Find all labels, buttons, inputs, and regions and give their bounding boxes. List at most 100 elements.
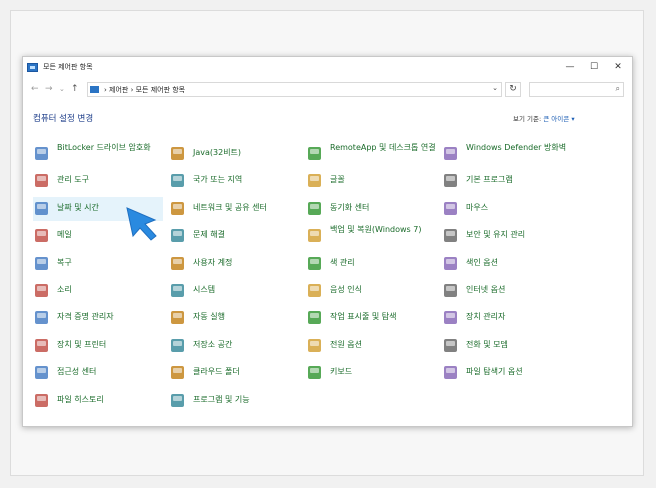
title-bar[interactable]: 모든 제어판 항목 — ☐ ✕ — [23, 57, 632, 79]
item-label: 프로그램 및 기능 — [193, 394, 250, 404]
item-label: 키보드 — [330, 367, 353, 377]
item-label: 음성 인식 — [330, 285, 362, 294]
control-panel-item[interactable]: Java(32비트) — [169, 142, 297, 166]
item-label: 자격 증명 관리자 — [57, 312, 114, 322]
cloud-folder-icon — [171, 366, 184, 380]
internet-icon — [444, 284, 457, 297]
control-panel-item[interactable]: 마우스 — [442, 197, 570, 221]
address-bar[interactable]: › 제어판 › 모든 제어판 항목 ⌄ — [87, 82, 502, 97]
control-panel-item[interactable]: 전원 옵션 — [306, 334, 434, 358]
refresh-button[interactable]: ↻ — [505, 82, 521, 97]
item-label: 날짜 및 시간 — [57, 202, 99, 212]
recent-locations-button[interactable]: ⌄ — [59, 83, 65, 95]
control-panel-item[interactable]: 파일 탐색기 옵션 — [442, 361, 570, 385]
item-label: 마우스 — [466, 202, 489, 212]
chevron-down-icon[interactable]: ⌄ — [492, 84, 498, 92]
item-label: 접근성 센터 — [57, 367, 97, 377]
mail-icon — [35, 229, 48, 243]
control-panel-item[interactable]: Windows Defender 방화벽 — [442, 142, 570, 166]
control-panel-item[interactable]: 소리 — [33, 279, 161, 303]
search-icon: ⌕ — [615, 84, 620, 93]
item-label: 동기화 센터 — [330, 202, 370, 212]
control-panel-item[interactable]: 장치 및 프린터 — [33, 334, 161, 358]
security-flag-icon — [444, 229, 457, 243]
pointer-arrow-icon — [126, 207, 157, 241]
control-panel-item[interactable]: 자격 증명 관리자 — [33, 306, 161, 330]
control-panel-item[interactable]: 클라우드 폴더 — [169, 361, 297, 385]
item-label: 전원 옵션 — [330, 339, 362, 349]
item-label: 네트워크 및 공유 센터 — [193, 202, 267, 212]
control-panel-item[interactable]: 음성 인식 — [306, 279, 434, 303]
control-panel-item[interactable]: 키보드 — [306, 361, 434, 385]
control-panel-item[interactable]: 문제 해결 — [169, 224, 297, 248]
phone-icon — [444, 338, 457, 352]
search-input[interactable]: ⌕ — [529, 82, 624, 97]
device-manager-icon — [444, 311, 457, 325]
control-panel-item[interactable]: 프로그램 및 기능 — [169, 389, 297, 413]
item-label: 관리 도구 — [57, 175, 89, 185]
control-panel-item[interactable]: 전화 및 모뎀 — [442, 334, 570, 358]
control-panel-item[interactable]: 인터넷 옵션 — [442, 279, 570, 303]
minimize-button[interactable]: — — [559, 59, 581, 75]
control-panel-item[interactable]: 작업 표시줄 및 탐색 — [306, 306, 434, 330]
item-label: 파일 히스토리 — [57, 394, 104, 404]
item-label: 메일 — [57, 230, 72, 240]
item-label: 장치 관리자 — [466, 312, 506, 322]
credential-icon — [35, 311, 48, 325]
backup-icon — [308, 229, 321, 243]
item-label: 인터넷 옵션 — [466, 285, 506, 294]
item-label: 작업 표시줄 및 탐색 — [330, 312, 397, 322]
region-icon — [171, 174, 184, 188]
control-panel-item[interactable]: RemoteApp 및 데스크톱 연결 — [306, 142, 436, 166]
item-label: 장치 및 프린터 — [57, 339, 107, 349]
up-button[interactable]: ↑ — [71, 83, 79, 95]
close-button[interactable]: ✕ — [607, 59, 629, 75]
item-label: 클라우드 폴더 — [193, 367, 240, 377]
control-panel-item[interactable]: 저장소 공간 — [169, 334, 297, 358]
control-panel-item[interactable]: 기본 프로그램 — [442, 169, 570, 193]
storage-icon — [171, 338, 184, 352]
control-panel-item[interactable]: 동기화 센터 — [306, 197, 434, 221]
control-panel-item[interactable]: 파일 히스토리 — [33, 389, 161, 413]
microphone-icon — [308, 284, 321, 297]
view-by-label: 보기 기준: — [513, 115, 542, 123]
control-panel-item[interactable]: 색 관리 — [306, 252, 434, 276]
control-panel-item[interactable]: 장치 관리자 — [442, 306, 570, 330]
control-panel-item[interactable]: 사용자 계정 — [169, 252, 297, 276]
forward-button[interactable]: → — [45, 83, 53, 95]
color-icon — [308, 256, 321, 270]
control-panel-item[interactable]: 시스템 — [169, 279, 297, 303]
power-icon — [308, 338, 321, 352]
item-label: 시스템 — [193, 285, 216, 294]
item-label: 색 관리 — [330, 257, 355, 267]
back-button[interactable]: ← — [31, 83, 39, 95]
breadcrumb[interactable]: › 제어판 › 모든 제어판 항목 — [104, 85, 185, 95]
mouse-icon — [444, 201, 457, 215]
keyboard-icon — [308, 366, 321, 380]
control-panel-item[interactable]: 관리 도구 — [33, 169, 161, 193]
control-panel-item[interactable]: 접근성 센터 — [33, 361, 161, 385]
sound-icon — [35, 284, 48, 297]
folder-options-icon — [444, 366, 457, 380]
item-label: Windows Defender 방화벽 — [466, 143, 567, 152]
control-panel-item[interactable]: 색인 옵션 — [442, 252, 570, 276]
programs-icon — [171, 393, 184, 407]
control-panel-item[interactable]: 백업 및 복원(Windows 7) — [306, 224, 434, 248]
control-panel-item[interactable]: 국가 또는 지역 — [169, 169, 297, 193]
java-icon — [171, 147, 184, 160]
bitlocker-icon — [35, 147, 48, 160]
control-panel-item[interactable]: 글꼴 — [306, 169, 434, 193]
control-panel-item[interactable]: 복구 — [33, 252, 161, 276]
firewall-icon — [444, 147, 457, 160]
maximize-button[interactable]: ☐ — [583, 59, 605, 75]
fonts-icon — [308, 174, 321, 188]
control-panel-item[interactable]: 자동 실행 — [169, 306, 297, 330]
view-by: 보기 기준: 큰 아이콘 ▾ — [513, 113, 575, 123]
autoplay-icon — [171, 311, 184, 325]
control-panel-item[interactable]: 보안 및 유지 관리 — [442, 224, 570, 248]
view-by-dropdown[interactable]: 큰 아이콘 ▾ — [543, 115, 574, 123]
control-panel-item[interactable]: BitLocker 드라이브 암호화 — [33, 142, 161, 166]
system-icon — [171, 284, 184, 297]
control-panel-window: 모든 제어판 항목 — ☐ ✕ ← → ⌄ ↑ › 제어판 › 모든 제어판 항… — [22, 56, 633, 427]
control-panel-item[interactable]: 네트워크 및 공유 센터 — [169, 197, 297, 221]
